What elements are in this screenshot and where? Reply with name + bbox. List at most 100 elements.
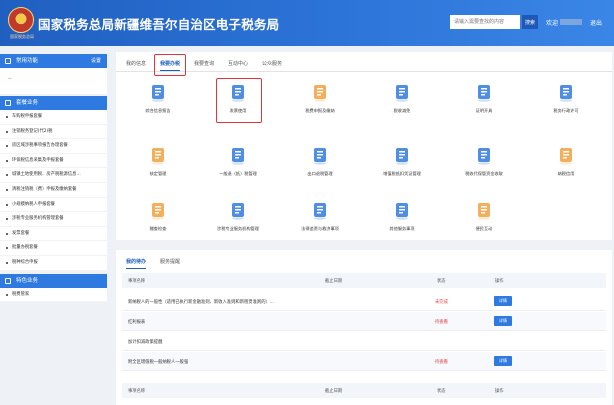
- sidebar-item[interactable]: 小规模纳税人申报套餐: [0, 198, 107, 213]
- service-item-label: 增值税抵扣凭证管理: [383, 171, 421, 176]
- service-item-label: 法律追责与救济事项: [301, 226, 339, 231]
- col-status: 状态: [437, 389, 446, 394]
- service-item[interactable]: 其他服务事项: [362, 202, 442, 242]
- todo-table-footer-header: 事项名称 截止日期 状态 操作: [122, 383, 606, 398]
- sidebar-item[interactable]: 涉税专业服务机构管理套餐: [0, 212, 107, 227]
- service-item-label: 稽查检查: [149, 226, 167, 231]
- row-detail-button[interactable]: 详情: [494, 356, 512, 366]
- service-item-label: 税收减免: [393, 108, 411, 113]
- tax-payment-icon: [312, 84, 328, 102]
- certificate-icon: [476, 84, 492, 102]
- sidebar-special-label: 特色业务: [16, 277, 39, 284]
- sidebar-common-header[interactable]: 常用功能 设置: [0, 54, 107, 68]
- vat-voucher-icon: [394, 147, 410, 165]
- tab-service-reminder[interactable]: 服务提醒: [160, 258, 180, 265]
- search-button[interactable]: 搜索: [522, 15, 538, 29]
- todo-table-header: 事项名称 截止日期 状态 操作: [122, 273, 606, 288]
- service-item-label: 税收代保管资金收取: [465, 171, 503, 176]
- service-item[interactable]: 发票使用: [198, 84, 278, 124]
- sidebar-common-label: 常用功能: [16, 58, 39, 64]
- service-item-label: 一般退（抵）税管理: [219, 171, 257, 176]
- sidebar-hot-label: 套餐业务: [16, 100, 39, 106]
- service-item[interactable]: 稽查检查: [118, 202, 198, 242]
- sidebar-item[interactable]: 注销税务登记(代2)税: [0, 125, 107, 140]
- sidebar-settings-link[interactable]: 设置: [91, 54, 101, 68]
- sidebar-special-list: 税费管家: [0, 287, 107, 303]
- package-icon: [5, 100, 11, 106]
- tab-my-todo[interactable]: 我的待办: [126, 258, 147, 269]
- service-item[interactable]: 增值税抵扣凭证管理: [362, 147, 442, 187]
- agency-icon: [230, 202, 246, 220]
- row-name[interactable]: 加计扣减政策提醒: [128, 339, 162, 345]
- service-item-label: 出口退税管理: [307, 171, 333, 176]
- col-deadline: 截止日期: [325, 389, 343, 394]
- main-tabs: 我的信息 我要办税 我要查询 互动中心 公众服务: [116, 58, 612, 72]
- row-name[interactable]: 新纳税人的一般性（适用已执行新金融准则、新收入准则和新租赁准则的）…: [128, 299, 274, 305]
- sidebar: 常用功能 设置 -- 套餐业务 车购税申报套餐 注销税务登记(代2)税 房区域涉…: [0, 54, 107, 405]
- sidebar-item[interactable]: 车购税申报套餐: [0, 110, 107, 125]
- service-item-label: 发票使用: [229, 108, 247, 113]
- service-item[interactable]: 税收代保管资金收取: [444, 147, 524, 187]
- username-redacted: [560, 19, 582, 25]
- service-item[interactable]: 法律追责与救济事项: [280, 202, 360, 242]
- service-item[interactable]: 核定管理: [118, 147, 198, 187]
- search-input[interactable]: [450, 15, 520, 29]
- row-status: 未完成: [435, 300, 448, 305]
- row-detail-button[interactable]: 详情: [494, 316, 512, 326]
- tab-public-service[interactable]: 公众服务: [262, 60, 282, 67]
- row-name[interactable]: 红利报表: [128, 319, 145, 325]
- sidebar-item[interactable]: 清税注销税（费）申报及缴纳套餐: [0, 183, 107, 198]
- service-item[interactable]: 综合信息报告: [118, 84, 198, 124]
- service-item[interactable]: 一般退（抵）税管理: [198, 147, 278, 187]
- sidebar-item[interactable]: 批量办税套餐: [0, 241, 107, 256]
- logout-link[interactable]: 退出: [590, 18, 602, 27]
- license-icon: [558, 84, 574, 102]
- tab-my-info[interactable]: 我的信息: [126, 60, 146, 67]
- service-item-label: 涉税专业服务机构管理: [217, 226, 259, 231]
- tab-interaction[interactable]: 互动中心: [228, 60, 248, 67]
- interaction-icon: [476, 202, 492, 220]
- service-item-label: 综合信息报告: [145, 108, 171, 113]
- service-item-label: 纳税信用: [557, 171, 575, 176]
- service-item[interactable]: 税收减免: [362, 84, 442, 124]
- emblem-caption: 国家税务总局: [10, 34, 34, 39]
- sidebar-item[interactable]: 房区域涉税事项报告办理套餐: [0, 139, 107, 154]
- row-name[interactable]: 附全区增值税一般纳税人一般强: [128, 359, 188, 365]
- col-action: 操作: [495, 389, 504, 394]
- tab-query[interactable]: 我要查询: [194, 60, 214, 67]
- site-title: 国家税务总局新疆维吾尔自治区电子税务局: [38, 17, 280, 32]
- sidebar-special-header[interactable]: 特色业务: [0, 273, 107, 288]
- service-item-label: 核定管理: [149, 171, 167, 176]
- service-item[interactable]: 税费申报及缴纳: [280, 84, 360, 124]
- export-refund-icon: [312, 147, 328, 165]
- sidebar-item[interactable]: 环保税信息采集及申报套餐: [0, 154, 107, 169]
- service-item-label: 证明开具: [475, 108, 493, 113]
- service-item[interactable]: 证明开具: [444, 84, 524, 124]
- sidebar-item[interactable]: 税费管家: [0, 288, 107, 303]
- invoice-icon: [230, 84, 246, 102]
- service-item[interactable]: 纳税信用: [526, 147, 606, 187]
- sidebar-item[interactable]: 发票套餐: [0, 227, 107, 242]
- service-item[interactable]: 税务行政许可: [526, 84, 606, 124]
- custody-icon: [476, 147, 492, 165]
- sidebar-hot-list: 车购税申报套餐 注销税务登记(代2)税 房区域涉税事项报告办理套餐 环保税信息采…: [0, 110, 107, 271]
- sidebar-common-placeholder: --: [8, 76, 12, 82]
- table-row: 附全区增值税一般纳税人一般强 待查看 详情: [122, 352, 606, 371]
- service-item[interactable]: 涉税专业服务机构管理: [198, 202, 278, 242]
- row-detail-button[interactable]: 详情: [494, 296, 512, 306]
- service-item[interactable]: 出口退税管理: [280, 147, 360, 187]
- col-name: 事项名称: [128, 279, 146, 284]
- top-header: 国家税务总局 国家税务总局新疆维吾尔自治区电子税务局 搜索 欢迎 退出: [0, 0, 614, 46]
- todo-panel: 我的待办 服务提醒 事项名称 截止日期 状态 操作 新纳税人的一般性（适用已执行…: [116, 250, 612, 405]
- service-item-label: 其他服务事项: [389, 226, 415, 231]
- sidebar-item[interactable]: 税种综合申报: [0, 256, 107, 271]
- service-item[interactable]: 便民互动: [444, 202, 524, 242]
- sidebar-item[interactable]: 城镇土地使用税、房产税税源信息…: [0, 168, 107, 183]
- table-row: 红利报表 待查看 详情: [122, 312, 606, 331]
- credit-icon: [558, 147, 574, 165]
- refund-icon: [230, 147, 246, 165]
- sidebar-common-empty: --: [0, 68, 107, 94]
- welcome-text: 欢迎: [546, 20, 559, 27]
- sidebar-hot-header[interactable]: 套餐业务: [0, 96, 107, 110]
- service-panel: 我的信息 我要办税 我要查询 互动中心 公众服务 综合信息报告 发票使用 税费申报及…: [116, 52, 612, 240]
